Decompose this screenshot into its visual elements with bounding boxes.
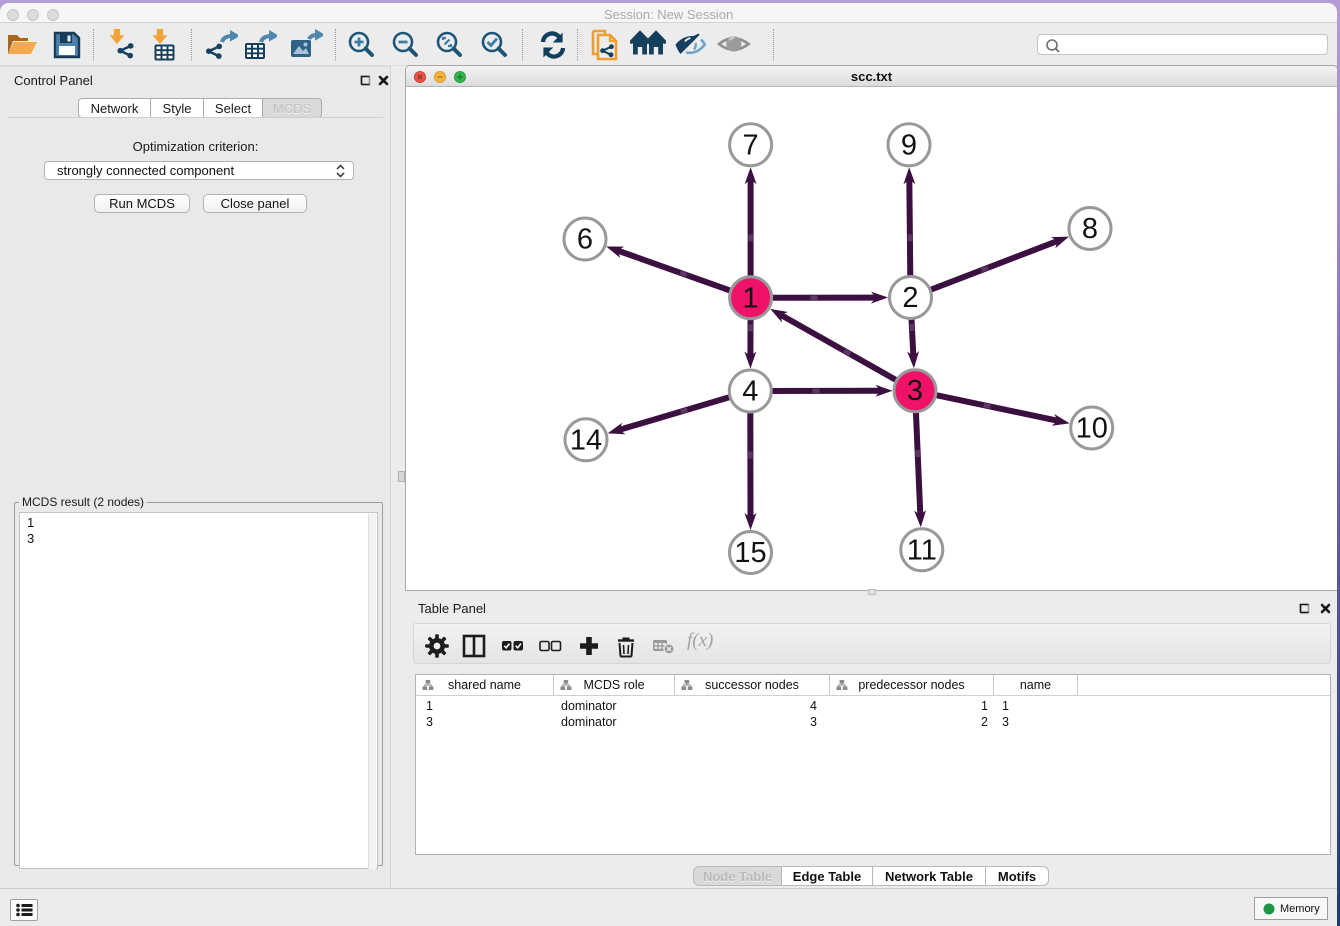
svg-text:6: 6 (577, 224, 593, 256)
svg-text:8: 8 (1082, 213, 1098, 245)
svg-text:2: 2 (902, 282, 918, 314)
svg-text:10: 10 (1076, 413, 1108, 445)
svg-text:11: 11 (907, 534, 937, 566)
svg-text:15: 15 (734, 537, 766, 569)
svg-text:4: 4 (742, 376, 758, 408)
svg-text:1: 1 (743, 282, 759, 314)
svg-text:14: 14 (570, 424, 602, 456)
svg-text:7: 7 (743, 129, 759, 161)
svg-text:3: 3 (907, 375, 923, 407)
svg-text:9: 9 (901, 129, 917, 161)
